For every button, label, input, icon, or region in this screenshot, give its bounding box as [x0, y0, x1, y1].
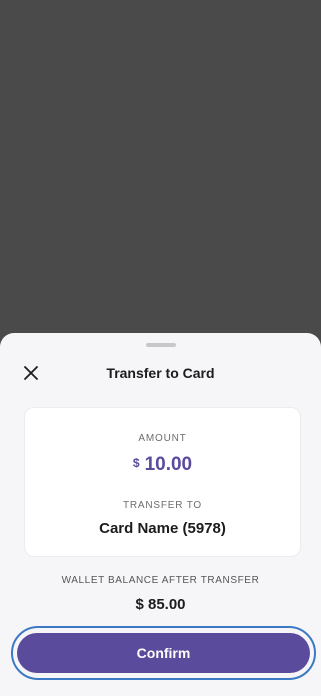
transfer-summary-card: AMOUNT $10.00 TRANSFER TO Card Name (597… — [24, 407, 301, 557]
drag-handle[interactable] — [146, 343, 176, 347]
confirm-button[interactable]: Confirm — [17, 633, 310, 673]
wallet-balance-label: WALLET BALANCE AFTER TRANSFER — [61, 575, 260, 586]
transfer-to-label: TRANSFER TO — [123, 500, 202, 511]
amount-currency: $ — [132, 456, 140, 470]
wallet-balance-value: $ 85.00 — [135, 596, 186, 613]
transfer-to-value: Card Name (5978) — [99, 520, 226, 537]
amount-number: 10.00 — [144, 454, 193, 475]
bottom-sheet: Transfer to Card AMOUNT $10.00 TRANSFER … — [0, 333, 321, 696]
amount-label: AMOUNT — [138, 433, 187, 444]
amount-value: $10.00 — [25, 454, 300, 476]
sheet-title: Transfer to Card — [106, 365, 215, 381]
